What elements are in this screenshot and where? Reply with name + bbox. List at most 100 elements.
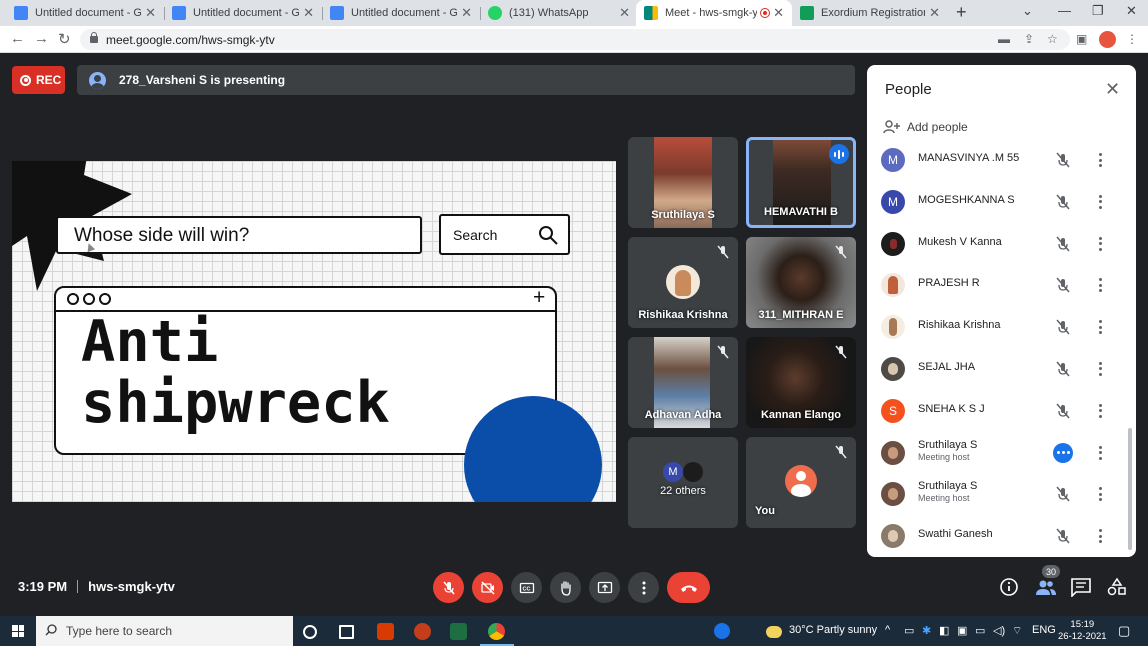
weather-icon[interactable] <box>766 626 782 638</box>
camera-toggle-button[interactable] <box>472 572 503 603</box>
browser-tab[interactable]: Exordium Registration form ✕ <box>792 0 948 26</box>
mic-off-icon[interactable] <box>1054 485 1072 503</box>
others-tile[interactable]: M 22 others <box>628 437 738 528</box>
panel-scrollbar[interactable] <box>1128 428 1132 550</box>
taskbar-search-box[interactable]: Type here to search <box>36 616 293 646</box>
people-icon[interactable] <box>1035 577 1057 597</box>
battery-icon[interactable]: ▭ <box>975 624 985 637</box>
taskbar-clock[interactable]: 15:19 26-12-2021 <box>1058 619 1107 643</box>
captions-button[interactable]: CC <box>511 572 542 603</box>
close-tab-icon[interactable]: ✕ <box>929 5 940 21</box>
profile-avatar[interactable] <box>1099 31 1116 48</box>
task-view-icon[interactable] <box>339 625 354 639</box>
mic-off-icon[interactable] <box>1054 360 1072 378</box>
share-icon[interactable]: ⇪ <box>1024 32 1034 46</box>
more-options-icon[interactable] <box>1095 486 1105 502</box>
participant-tile[interactable]: 311_MITHRAN E <box>746 237 856 328</box>
participant-row[interactable]: PRAJESH R <box>867 264 1129 306</box>
restore-icon[interactable]: ❐ <box>1092 3 1104 19</box>
more-options-icon[interactable] <box>1095 528 1105 544</box>
cortana-icon[interactable] <box>303 625 317 639</box>
new-tab-icon[interactable]: + <box>956 2 967 23</box>
weather-text[interactable]: 30°C Partly sunny <box>789 624 877 636</box>
windows-start-icon[interactable] <box>12 625 24 637</box>
mic-off-icon[interactable] <box>1054 193 1072 211</box>
close-window-icon[interactable]: ✕ <box>1126 3 1137 19</box>
url-field[interactable]: meet.google.com/hws-smgk-ytv <box>80 29 1070 50</box>
chrome-icon[interactable] <box>488 623 505 640</box>
close-tab-icon[interactable]: ✕ <box>145 5 156 21</box>
mic-off-icon[interactable] <box>1054 527 1072 545</box>
browser-tab-active[interactable]: Meet - hws-smgk-ytv ✕ <box>636 0 792 26</box>
excel-icon[interactable] <box>450 623 467 640</box>
office-icon[interactable] <box>377 623 394 640</box>
more-options-icon[interactable] <box>1095 319 1105 335</box>
more-options-button[interactable] <box>628 572 659 603</box>
bluetooth-icon[interactable]: ✱ <box>922 624 931 637</box>
tab-strip-icon[interactable]: ▣ <box>1076 32 1087 46</box>
browser-menu-icon[interactable]: ⋮ <box>1126 32 1138 46</box>
close-tab-icon[interactable]: ✕ <box>461 5 472 21</box>
forward-icon[interactable]: → <box>34 30 49 47</box>
participant-row[interactable]: M MOGESHKANNA S <box>867 181 1129 223</box>
mic-off-icon[interactable] <box>1054 235 1072 253</box>
more-options-icon[interactable] <box>1095 403 1105 419</box>
meeting-details-icon[interactable] <box>998 577 1020 597</box>
back-icon[interactable]: ← <box>10 30 25 47</box>
close-panel-icon[interactable]: ✕ <box>1105 79 1120 100</box>
more-options-icon[interactable] <box>1095 277 1105 293</box>
add-people-button[interactable]: Add people <box>883 120 968 134</box>
participant-tile[interactable]: Sruthilaya S <box>628 137 738 228</box>
close-tab-icon[interactable]: ✕ <box>619 5 630 21</box>
camera-in-use-icon[interactable]: ▬ <box>998 32 1010 46</box>
participant-row[interactable]: Sruthilaya S Meeting host <box>867 432 1129 474</box>
language-indicator[interactable]: ENG <box>1032 624 1056 636</box>
more-options-icon[interactable] <box>1095 236 1105 252</box>
participant-row[interactable]: S SNEHA K S J <box>867 390 1129 432</box>
participant-tile-speaking[interactable]: HEMAVATHI B <box>746 137 856 228</box>
browser-tab[interactable]: Untitled document - Google Docs ✕ <box>6 0 164 26</box>
screen-icon[interactable]: ▣ <box>957 624 967 637</box>
reload-icon[interactable]: ↻ <box>58 30 71 48</box>
help-icon[interactable] <box>714 623 730 639</box>
more-options-icon[interactable] <box>1095 152 1105 168</box>
participant-row[interactable]: Sruthilaya S Meeting host <box>867 473 1129 515</box>
more-options-icon[interactable] <box>1095 194 1105 210</box>
participant-row[interactable]: Rishikaa Krishna <box>867 306 1129 348</box>
browser-tab[interactable]: Untitled document - Google Docs ✕ <box>164 0 322 26</box>
show-hidden-icons-icon[interactable]: ^ <box>885 624 890 636</box>
participant-row[interactable]: Swathi Ganesh <box>867 515 1129 557</box>
mic-off-icon[interactable] <box>1054 151 1072 169</box>
close-tab-icon[interactable]: ✕ <box>303 5 314 21</box>
present-screen-button[interactable] <box>589 572 620 603</box>
browser-tab[interactable]: Untitled document - Google Docs ✕ <box>322 0 480 26</box>
activities-icon[interactable] <box>1106 577 1128 597</box>
leave-call-button[interactable] <box>667 572 710 603</box>
wifi-icon[interactable]: ⌔ <box>1012 624 1022 638</box>
participant-row[interactable]: Mukesh V Kanna <box>867 223 1129 265</box>
participant-tile[interactable]: Kannan Elango <box>746 337 856 428</box>
more-options-icon[interactable] <box>1095 445 1105 461</box>
mic-toggle-button[interactable] <box>433 572 464 603</box>
participant-tile[interactable]: Rishikaa Krishna <box>628 237 738 328</box>
tray-app-icon[interactable]: ◧ <box>939 624 949 637</box>
volume-icon[interactable]: ◁) <box>993 624 1005 637</box>
mic-off-icon[interactable] <box>1054 276 1072 294</box>
more-options-icon[interactable] <box>1095 361 1105 377</box>
minimize-icon[interactable]: — <box>1058 3 1071 18</box>
powerpoint-icon[interactable] <box>414 623 431 640</box>
participant-row[interactable]: M MANASVINYA .M 55 <box>867 139 1129 181</box>
self-tile[interactable]: You <box>746 437 856 528</box>
browser-tab[interactable]: (131) WhatsApp ✕ <box>480 0 638 26</box>
bookmark-star-icon[interactable]: ☆ <box>1047 32 1058 46</box>
notifications-icon[interactable]: ▢ <box>1118 623 1130 639</box>
chat-icon[interactable] <box>1070 577 1092 597</box>
mic-off-icon[interactable] <box>1054 318 1072 336</box>
raise-hand-button[interactable] <box>550 572 581 603</box>
mic-off-icon[interactable] <box>1054 402 1072 420</box>
participant-tile[interactable]: Adhavan Adha <box>628 337 738 428</box>
participant-row[interactable]: SEJAL JHA <box>867 348 1129 390</box>
tab-search-icon[interactable]: ⌄ <box>1022 3 1033 19</box>
meet-tray-icon[interactable]: ▭ <box>904 624 914 637</box>
close-tab-icon[interactable]: ✕ <box>773 5 784 21</box>
